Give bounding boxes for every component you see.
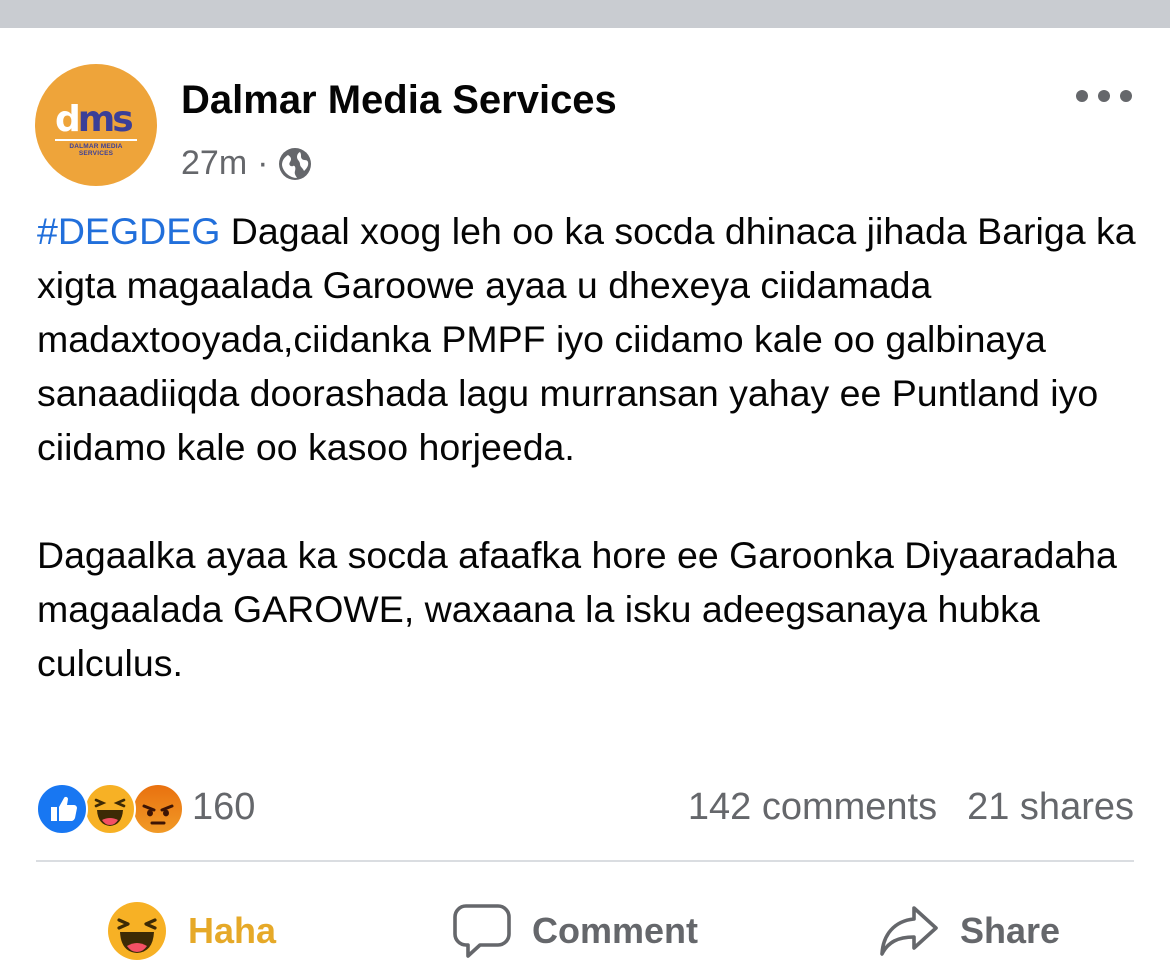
hashtag-link[interactable]: #DEGDEG (37, 210, 220, 252)
avatar-logo-caption: DALMAR MEDIA SERVICES (69, 143, 123, 157)
reaction-count: 160 (192, 785, 256, 828)
action-bar: Haha Comment Share (0, 886, 1170, 976)
post-meta: 27m · (181, 144, 312, 183)
angry-icon (132, 783, 184, 835)
divider (36, 860, 1134, 862)
haha-reaction-button[interactable]: Haha (106, 886, 276, 976)
avatar-logo-rule (55, 139, 137, 141)
comment-bubble-icon (452, 902, 512, 960)
haha-icon (84, 783, 136, 835)
reaction-icons (36, 780, 184, 835)
haha-label: Haha (188, 910, 277, 951)
like-icon (36, 783, 88, 835)
share-button[interactable]: Share (878, 886, 1060, 976)
reaction-summary[interactable]: 160 (36, 780, 256, 835)
post-paragraph-1: #DEGDEG Dagaal xoog leh oo ka socda dhin… (37, 204, 1147, 474)
avatar-logo: dms (55, 99, 134, 140)
post-timestamp[interactable]: 27m (181, 144, 247, 183)
post-body: #DEGDEG Dagaal xoog leh oo ka socda dhin… (37, 204, 1147, 690)
engagement-counts: 142 comments 21 shares (688, 780, 1134, 834)
more-options-icon[interactable] (1076, 86, 1132, 106)
share-label: Share (960, 910, 1061, 951)
page-name-link[interactable]: Dalmar Media Services (181, 78, 617, 123)
comment-button[interactable]: Comment (452, 886, 698, 976)
post-card: dms DALMAR MEDIA SERVICES Dalmar Media S… (0, 28, 1170, 970)
globe-icon (278, 147, 312, 181)
page-avatar[interactable]: dms DALMAR MEDIA SERVICES (35, 64, 157, 186)
share-arrow-icon (878, 903, 940, 959)
top-separator-bar (0, 0, 1170, 28)
shares-count-link[interactable]: 21 shares (967, 786, 1134, 829)
comments-count-link[interactable]: 142 comments (688, 786, 937, 829)
post-paragraph-2: Dagaalka ayaa ka socda afaafka hore ee G… (37, 534, 1117, 684)
haha-icon (106, 900, 168, 962)
meta-separator: · (257, 144, 269, 182)
comment-label: Comment (532, 910, 699, 951)
